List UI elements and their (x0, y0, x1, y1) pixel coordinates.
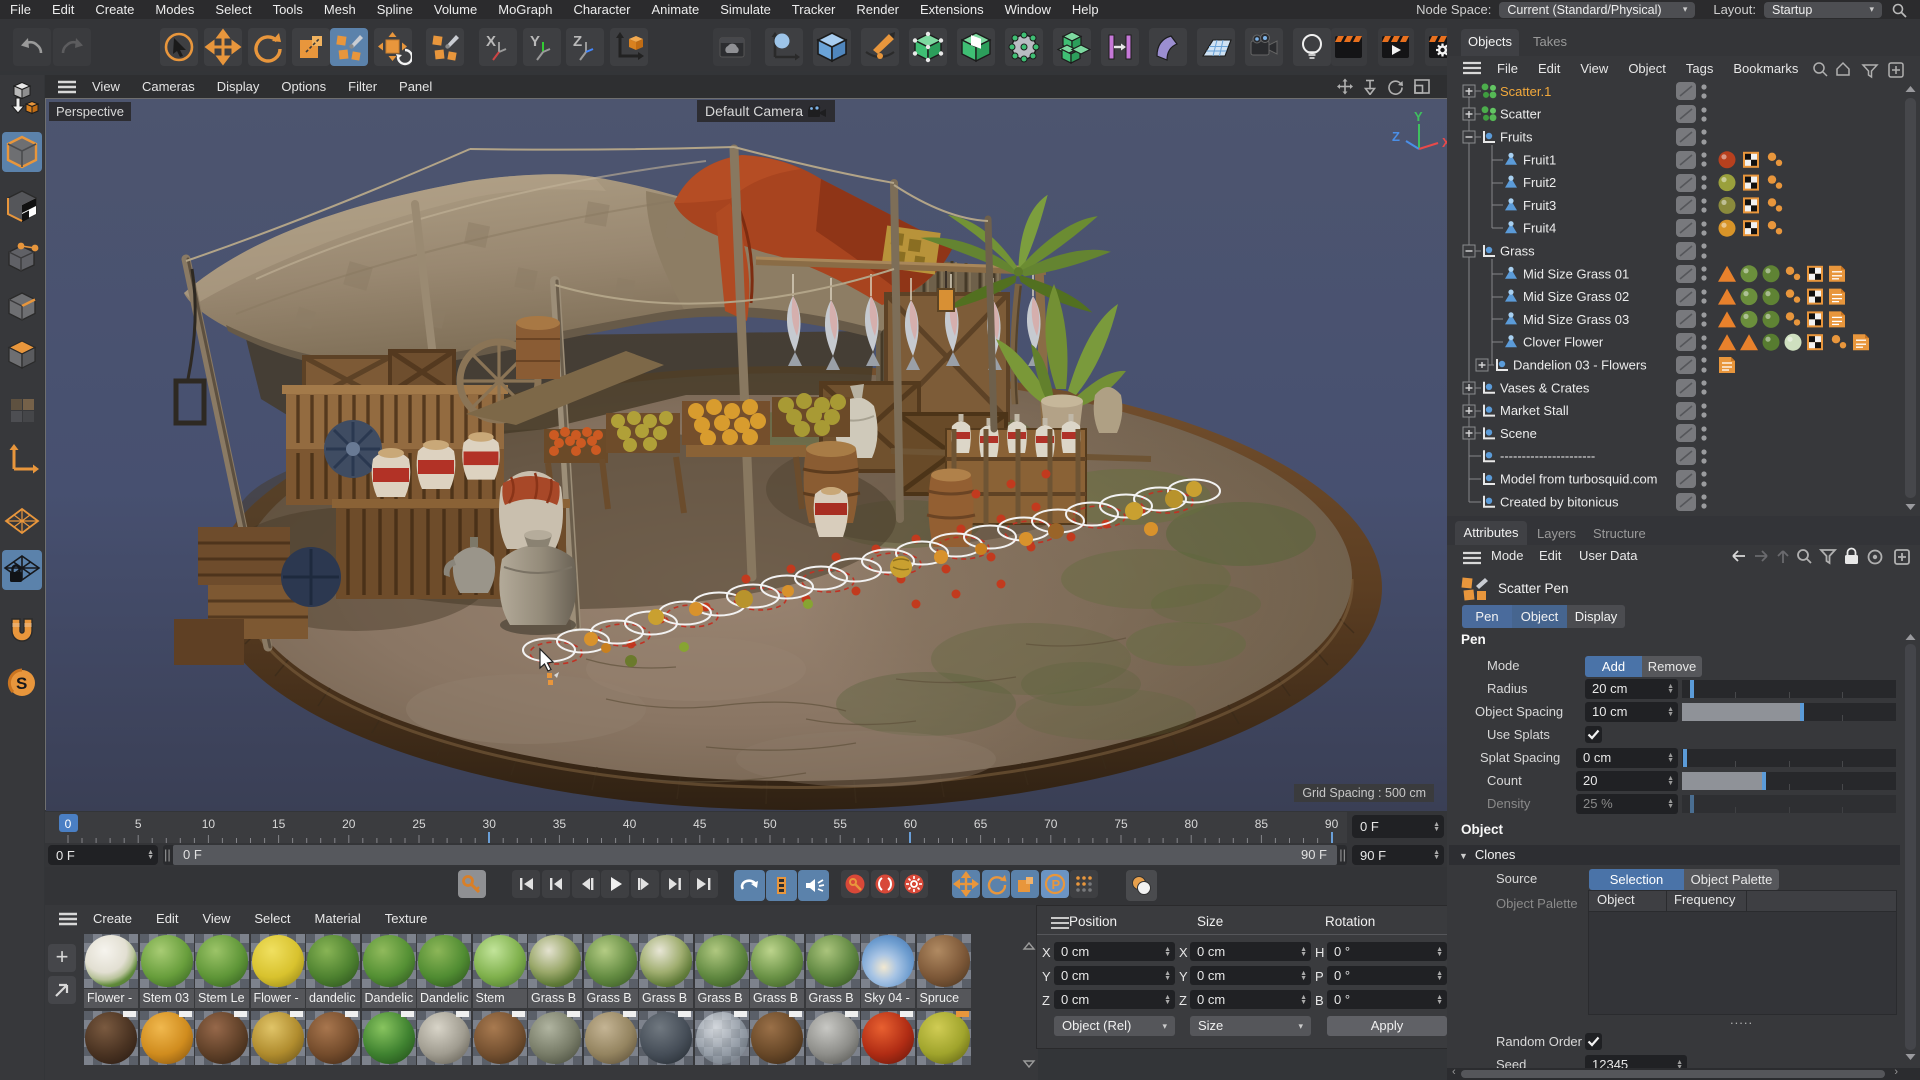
svg-text:----------------------: ---------------------- (1500, 449, 1595, 464)
svg-text:Grass: Grass (1500, 244, 1535, 259)
svg-text:Y: Y (1414, 109, 1423, 124)
svg-text:5: 5 (135, 817, 142, 831)
svg-text:S: S (16, 674, 27, 693)
svg-text:Z: Z (1392, 129, 1400, 144)
svg-text:Z: Z (573, 33, 582, 50)
svg-text:Created by bitonicus: Created by bitonicus (1500, 494, 1619, 509)
svg-text:Fruit3: Fruit3 (1523, 198, 1556, 213)
svg-text:55: 55 (834, 817, 848, 831)
svg-text:Dandelion 03 - Flowers: Dandelion 03 - Flowers (1513, 358, 1647, 373)
svg-text:25: 25 (412, 817, 426, 831)
svg-text:Market Stall: Market Stall (1500, 403, 1569, 418)
svg-text:Mid Size Grass 02: Mid Size Grass 02 (1523, 289, 1629, 304)
svg-text:75: 75 (1114, 817, 1128, 831)
svg-text:Fruit1: Fruit1 (1523, 152, 1556, 167)
svg-text:80: 80 (1185, 817, 1199, 831)
svg-text:65: 65 (974, 817, 988, 831)
svg-text:70: 70 (1044, 817, 1058, 831)
svg-text:35: 35 (553, 817, 567, 831)
svg-text:Scatter.1: Scatter.1 (1500, 84, 1551, 99)
svg-text:Mid Size Grass 03: Mid Size Grass 03 (1523, 312, 1629, 327)
svg-text:90: 90 (1325, 817, 1339, 831)
svg-text:Clover Flower: Clover Flower (1523, 335, 1604, 350)
svg-text:Fruit2: Fruit2 (1523, 175, 1556, 190)
svg-text:40: 40 (623, 817, 637, 831)
svg-text:Scene: Scene (1500, 426, 1537, 441)
svg-text:Model from turbosquid.com: Model from turbosquid.com (1500, 472, 1658, 487)
svg-text:45: 45 (693, 817, 707, 831)
svg-text:Scatter: Scatter (1500, 107, 1542, 122)
svg-text:Mid Size Grass 01: Mid Size Grass 01 (1523, 266, 1629, 281)
svg-text:P: P (1052, 877, 1061, 892)
svg-text:Vases & Crates: Vases & Crates (1500, 380, 1590, 395)
svg-text:85: 85 (1255, 817, 1269, 831)
svg-text:Fruit4: Fruit4 (1523, 221, 1556, 236)
svg-text:20: 20 (342, 817, 356, 831)
svg-text:50: 50 (763, 817, 777, 831)
svg-text:60: 60 (904, 817, 918, 831)
svg-text:X: X (486, 33, 496, 50)
svg-text:0: 0 (65, 817, 72, 831)
svg-text:30: 30 (483, 817, 497, 831)
svg-text:10: 10 (202, 817, 216, 831)
svg-text:Y: Y (530, 33, 540, 50)
svg-text:Fruits: Fruits (1500, 130, 1533, 145)
svg-text:15: 15 (272, 817, 286, 831)
